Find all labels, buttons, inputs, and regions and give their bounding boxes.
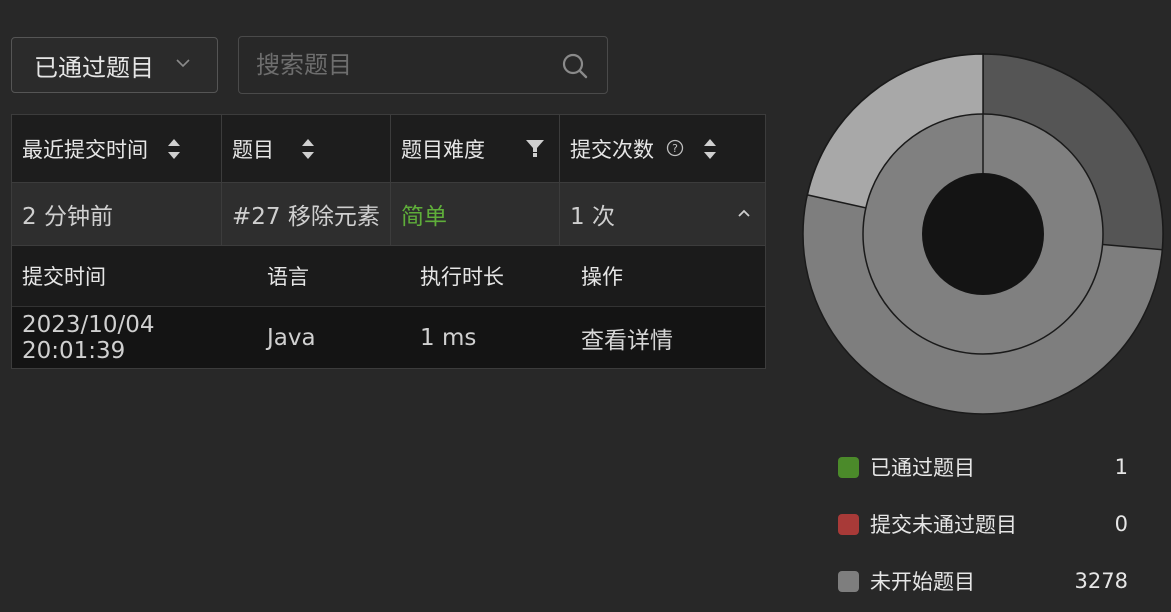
legend-label: 已通过题目	[870, 456, 975, 480]
legend-count: 3278	[1074, 569, 1128, 593]
row-submit-count: 1 次	[560, 183, 765, 245]
detail-header-row: 提交时间 语言 执行时长 操作	[12, 245, 765, 306]
legend-swatch-green	[838, 456, 859, 478]
filter-icon[interactable]	[525, 138, 545, 158]
row-recent-time: 2 分钟前	[12, 183, 222, 245]
header-difficulty-label: 题目难度	[401, 137, 485, 162]
header-problem-label: 题目	[232, 137, 274, 162]
sort-icon[interactable]	[702, 137, 718, 161]
search-input[interactable]	[254, 50, 548, 80]
legend-item-passed[interactable]: 已通过题目 1	[838, 452, 1128, 482]
legend-count: 0	[1114, 512, 1128, 536]
legend-item-not-started[interactable]: 未开始题目 3278	[838, 566, 1128, 596]
sort-icon[interactable]	[300, 137, 316, 161]
chevron-up-icon[interactable]	[737, 208, 751, 218]
submission-table: 最近提交时间 题目 题目难度 提交次数 ? 2 分钟前 #27 移除元素 简单 …	[11, 114, 766, 369]
progress-donut-chart	[802, 53, 1164, 415]
table-header-row: 最近提交时间 题目 题目难度 提交次数 ?	[12, 115, 765, 182]
sort-icon[interactable]	[166, 137, 182, 161]
svg-text:?: ?	[672, 142, 678, 155]
detail-language: Java	[267, 324, 316, 351]
header-submit-count-label: 提交次数	[570, 137, 654, 162]
detail-runtime: 1 ms	[420, 324, 477, 351]
legend-item-failed[interactable]: 提交未通过题目 0	[838, 509, 1128, 539]
donut-hole	[922, 173, 1044, 295]
row-problem-link[interactable]: #27 移除元素	[222, 183, 391, 245]
search-icon[interactable]	[561, 52, 589, 80]
detail-submit-time: 2023/10/04 20:01:39	[22, 311, 155, 364]
detail-header-runtime: 执行时长	[420, 265, 504, 289]
legend-label: 提交未通过题目	[870, 513, 1017, 537]
legend-count: 1	[1114, 455, 1128, 479]
view-details-link[interactable]: 查看详情	[571, 307, 765, 368]
help-icon[interactable]: ?	[666, 139, 684, 157]
legend-swatch-gray	[838, 570, 859, 592]
header-difficulty[interactable]: 题目难度	[391, 115, 560, 182]
search-box[interactable]	[238, 36, 608, 94]
detail-header-submit-time: 提交时间	[22, 265, 106, 289]
legend-swatch-red	[838, 513, 859, 535]
table-row[interactable]: 2 分钟前 #27 移除元素 简单 1 次	[12, 182, 765, 245]
row-submit-count-value: 1 次	[570, 204, 615, 230]
header-problem[interactable]: 题目	[222, 115, 391, 182]
header-recent-time-label: 最近提交时间	[22, 137, 148, 162]
header-recent-time[interactable]: 最近提交时间	[12, 115, 222, 182]
detail-header-action: 操作	[581, 265, 623, 289]
header-submit-count[interactable]: 提交次数 ?	[560, 115, 765, 182]
status-filter-value: 已通过题目	[34, 53, 154, 82]
detail-header-language: 语言	[267, 265, 309, 289]
row-difficulty: 简单	[391, 183, 560, 245]
legend-label: 未开始题目	[870, 570, 975, 594]
chevron-down-icon	[176, 59, 190, 68]
status-filter-select[interactable]: 已通过题目	[11, 37, 218, 93]
detail-row: 2023/10/04 20:01:39 Java 1 ms 查看详情	[12, 306, 765, 368]
